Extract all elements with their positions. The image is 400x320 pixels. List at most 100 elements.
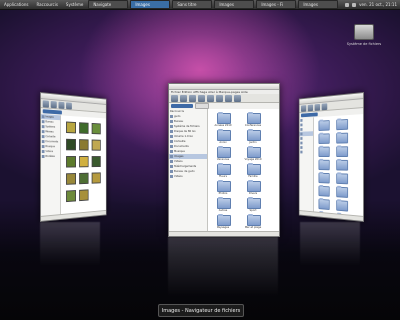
- search-icon[interactable]: [234, 95, 241, 102]
- folder-icon[interactable]: [247, 180, 261, 192]
- folder-label: Années 2010: [214, 124, 232, 127]
- image-thumbnail[interactable]: [91, 172, 101, 184]
- folder-icon: [41, 115, 45, 119]
- image-thumbnail[interactable]: [91, 156, 101, 168]
- task-button[interactable]: Sans titre: [172, 0, 213, 9]
- image-thumbnail[interactable]: [91, 122, 101, 135]
- folder-icon[interactable]: [247, 112, 261, 124]
- image-thumbnail[interactable]: [91, 139, 101, 151]
- folder-icon[interactable]: [336, 118, 349, 131]
- file-browser-window-center[interactable]: Fichier Édition Affichage Aller à Marque…: [168, 83, 280, 237]
- folder-icon: [41, 130, 45, 134]
- task-button[interactable]: Navigate: [88, 0, 129, 9]
- task-button[interactable]: Images - Fi: [256, 0, 297, 9]
- folder-icon[interactable]: [247, 163, 261, 175]
- window-reflection: [168, 237, 278, 297]
- folder-icon: [170, 145, 173, 148]
- folder-label: Paysages: [216, 226, 230, 229]
- back-icon[interactable]: [171, 95, 178, 102]
- sidebar-item[interactable]: [300, 150, 314, 155]
- sidebar: Raccourcis gudo Bureau Système de fichie…: [169, 109, 208, 236]
- folder-label: Mer et plage: [244, 226, 262, 229]
- folder-icon[interactable]: [318, 198, 330, 211]
- folder-icon[interactable]: [318, 159, 330, 171]
- sidebar-item-bookmark[interactable]: Vidéos: [169, 174, 207, 179]
- image-thumbnail[interactable]: [79, 189, 89, 202]
- image-thumbnail[interactable]: [66, 138, 76, 151]
- folder-icon: [300, 146, 303, 149]
- folder-icon[interactable]: [336, 186, 349, 198]
- menu-raccourcis[interactable]: Raccourcis: [32, 2, 61, 7]
- image-thumbnail[interactable]: [79, 122, 89, 134]
- up-icon[interactable]: [314, 103, 321, 111]
- volume-icon[interactable]: [352, 2, 357, 7]
- folder-grid: Années 2010 Conférences Anniv Jardin Vacance…: [208, 109, 279, 236]
- computer-icon[interactable]: [225, 95, 232, 102]
- folder-icon[interactable]: [336, 159, 349, 171]
- desktop-icon-filesystem[interactable]: Système de fichiers: [341, 24, 387, 46]
- folder-icon[interactable]: [217, 180, 231, 192]
- image-thumbnail[interactable]: [66, 190, 76, 203]
- folder-icon[interactable]: [217, 112, 231, 124]
- task-button[interactable]: Images: [214, 0, 255, 9]
- folder-icon[interactable]: [336, 200, 349, 212]
- sidebar-item[interactable]: Modèles: [41, 154, 60, 159]
- clock[interactable]: ven. 21 oct., 21:11: [359, 2, 397, 7]
- breadcrumb-images[interactable]: [171, 104, 193, 108]
- forward-icon[interactable]: [307, 104, 314, 112]
- stop-icon[interactable]: [198, 95, 205, 102]
- sidebar: Images Bureau Système Réseau Corbeille D…: [40, 114, 62, 221]
- folder-label: Conférences: [244, 124, 262, 127]
- folder-icon[interactable]: [217, 214, 231, 226]
- menu-systeme[interactable]: Système: [62, 2, 87, 7]
- forward-icon[interactable]: [180, 95, 187, 102]
- folder-icon[interactable]: [318, 120, 330, 131]
- top-panel: Applications Raccourcis Système Navigate…: [0, 0, 400, 10]
- back-icon[interactable]: [301, 105, 307, 112]
- home-icon[interactable]: [216, 95, 223, 102]
- folder-icon: [170, 165, 173, 168]
- file-browser-window-right[interactable]: [298, 92, 364, 222]
- folder-icon[interactable]: [336, 146, 349, 157]
- image-thumbnail[interactable]: [79, 172, 89, 185]
- folder-icon: [41, 120, 45, 124]
- home-icon[interactable]: [321, 103, 328, 111]
- image-thumbnail[interactable]: [79, 156, 89, 168]
- back-icon[interactable]: [42, 100, 49, 108]
- folder-icon[interactable]: [318, 185, 330, 197]
- folder-icon[interactable]: [217, 163, 231, 175]
- network-icon[interactable]: [345, 2, 350, 7]
- folder-icon[interactable]: [336, 173, 349, 185]
- folder-icon[interactable]: [336, 132, 349, 144]
- image-thumbnail[interactable]: [66, 173, 76, 185]
- forward-icon[interactable]: [50, 100, 57, 109]
- folder-icon[interactable]: [318, 146, 330, 157]
- folder-icon: [300, 119, 303, 122]
- folder-icon[interactable]: [318, 133, 330, 144]
- image-thumbnail[interactable]: [79, 139, 89, 151]
- reload-icon[interactable]: [207, 95, 214, 102]
- image-thumbnail[interactable]: [66, 156, 76, 168]
- home-icon[interactable]: [66, 102, 72, 110]
- folder-icon: [170, 175, 173, 178]
- menu-applications[interactable]: Applications: [0, 2, 32, 7]
- task-button-active[interactable]: Images: [130, 0, 171, 9]
- up-icon[interactable]: [58, 101, 65, 109]
- image-thumbnail[interactable]: [66, 121, 76, 134]
- folder-icon[interactable]: [247, 197, 261, 209]
- window-reflection: [300, 222, 360, 267]
- folder-icon[interactable]: [217, 197, 231, 209]
- folder-icon[interactable]: [247, 129, 261, 141]
- toolbar: [169, 94, 279, 103]
- task-button[interactable]: Images: [298, 0, 339, 9]
- folder-icon[interactable]: [247, 146, 261, 158]
- folder-icon[interactable]: [247, 214, 261, 226]
- trash-icon: [170, 140, 173, 143]
- folder-label: Anniv: [219, 141, 227, 144]
- up-icon[interactable]: [189, 95, 196, 102]
- file-browser-window-left[interactable]: Images Bureau Système Réseau Corbeille D…: [40, 92, 107, 222]
- folder-icon[interactable]: [217, 129, 231, 141]
- folder-label: Fleurs: [219, 175, 227, 178]
- folder-icon[interactable]: [318, 172, 330, 184]
- folder-icon[interactable]: [217, 146, 231, 158]
